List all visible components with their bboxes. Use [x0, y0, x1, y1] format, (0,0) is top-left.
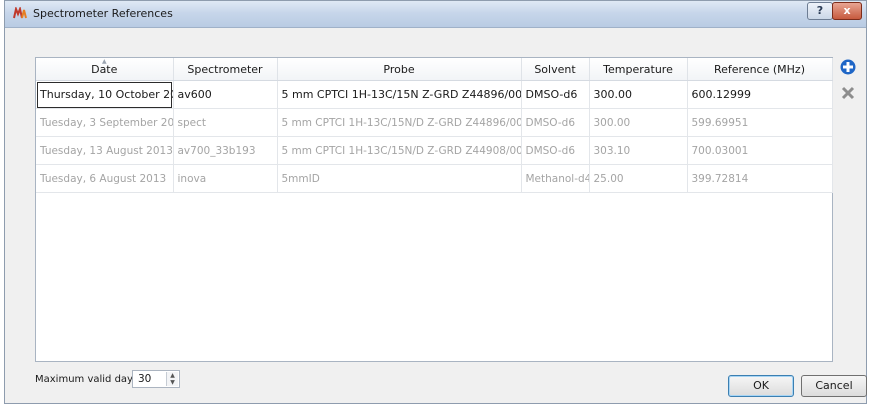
column-header-probe[interactable]: Probe [277, 58, 522, 81]
table-row[interactable]: Thursday, 10 October 2013 av600 5 mm CPT… [36, 80, 833, 109]
remove-reference-button[interactable] [839, 84, 857, 102]
cell-probe[interactable]: 5 mm CPTCI 1H-13C/15N/D Z-GRD Z44896/000… [277, 108, 522, 137]
cell-reference[interactable]: 700.03001 [687, 136, 833, 165]
references-table[interactable]: ▲ Date Spectrometer Probe Solvent Tempera… [35, 57, 833, 362]
app-logo-icon [13, 7, 27, 19]
cell-probe[interactable]: 5mmID [277, 164, 522, 193]
cell-reference[interactable]: 399.72814 [687, 164, 833, 193]
cell-date[interactable]: Tuesday, 13 August 2013 [36, 136, 174, 165]
window-title: Spectrometer References [33, 7, 173, 20]
max-valid-days-value[interactable]: 30 [138, 373, 151, 385]
plus-icon [840, 59, 856, 75]
column-header-date[interactable]: ▲ Date [36, 58, 174, 81]
table-header-row: ▲ Date Spectrometer Probe Solvent Tempera… [36, 58, 833, 81]
column-header-spectrometer[interactable]: Spectrometer [173, 58, 278, 81]
cell-reference[interactable]: 600.12999 [687, 80, 833, 109]
add-reference-button[interactable] [839, 58, 857, 76]
cell-solvent[interactable]: DMSO-d6 [521, 108, 590, 137]
cell-spectrometer[interactable]: av600 [173, 80, 278, 109]
max-valid-days-spinbox[interactable]: 30 ▲ ▼ [132, 370, 180, 388]
cell-spectrometer[interactable]: spect [173, 108, 278, 137]
close-button[interactable]: x [832, 2, 862, 20]
dialog-window: Spectrometer References ? x ▲ Date Spectr… [4, 0, 867, 404]
cell-probe[interactable]: 5 mm CPTCI 1H-13C/15N Z-GRD Z44896/0009 [277, 80, 522, 109]
title-bar[interactable]: Spectrometer References ? x [5, 1, 866, 28]
cell-solvent[interactable]: DMSO-d6 [521, 136, 590, 165]
cell-date[interactable]: Tuesday, 3 September 2013 [36, 108, 174, 137]
cell-spectrometer[interactable]: inova [173, 164, 278, 193]
cell-spectrometer[interactable]: av700_33b193 [173, 136, 278, 165]
sort-indicator-icon: ▲ [101, 58, 107, 65]
cell-solvent[interactable]: DMSO-d6 [521, 80, 590, 109]
help-button[interactable]: ? [807, 2, 833, 20]
x-icon [841, 86, 855, 100]
cell-date[interactable]: Tuesday, 6 August 2013 [36, 164, 174, 193]
spin-arrows-icon[interactable]: ▲ ▼ [166, 372, 178, 386]
cancel-button[interactable]: Cancel [801, 375, 867, 397]
table-row[interactable]: Tuesday, 13 August 2013 av700_33b193 5 m… [36, 136, 833, 165]
column-header-solvent[interactable]: Solvent [521, 58, 590, 81]
cell-temperature[interactable]: 303.10 [589, 136, 688, 165]
cell-temperature[interactable]: 300.00 [589, 80, 688, 109]
column-header-temperature[interactable]: Temperature [589, 58, 688, 81]
max-valid-days-label: Maximum valid days: [35, 374, 142, 385]
cell-reference[interactable]: 599.69951 [687, 108, 833, 137]
column-header-reference[interactable]: Reference (MHz) [687, 58, 833, 81]
table-row[interactable]: Tuesday, 3 September 2013 spect 5 mm CPT… [36, 108, 833, 137]
cell-date[interactable]: Thursday, 10 October 2013 [36, 80, 174, 109]
cell-temperature[interactable]: 300.00 [589, 108, 688, 137]
table-row[interactable]: Tuesday, 6 August 2013 inova 5mmID Metha… [36, 164, 833, 193]
cell-temperature[interactable]: 25.00 [589, 164, 688, 193]
cell-probe[interactable]: 5 mm CPTCI 1H-13C/15N/D Z-GRD Z44908/002… [277, 136, 522, 165]
cell-solvent[interactable]: Methanol-d4 [521, 164, 590, 193]
ok-button[interactable]: OK [728, 375, 794, 397]
